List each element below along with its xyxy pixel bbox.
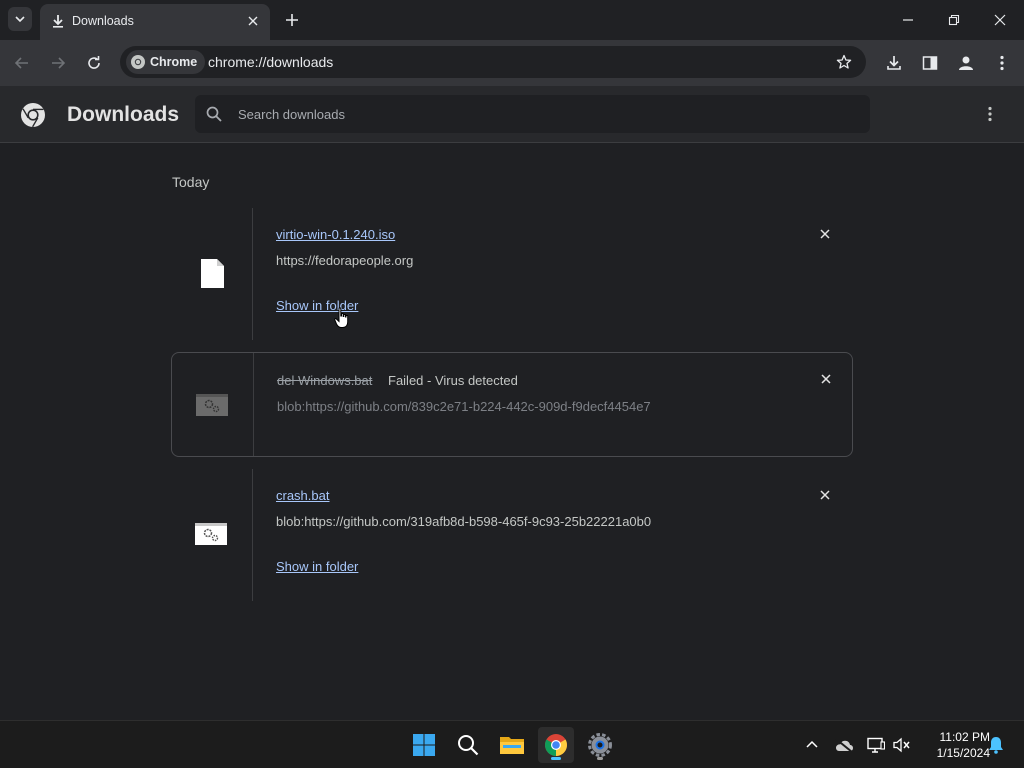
notifications-button[interactable] xyxy=(986,735,1006,755)
download-filename-link[interactable]: crash.bat xyxy=(276,488,329,503)
volume-tray-button[interactable] xyxy=(892,735,912,755)
clock-time: 11:02 PM xyxy=(939,730,990,744)
download-source-url[interactable]: blob:https://github.com/839c2e71-b224-44… xyxy=(277,399,651,414)
more-vert-icon xyxy=(988,106,992,122)
reload-icon xyxy=(88,56,100,69)
bell-icon xyxy=(989,737,1003,754)
url-text[interactable]: chrome://downloads xyxy=(208,54,333,70)
download-icon xyxy=(53,15,63,28)
chip-label: Chrome xyxy=(150,55,198,69)
bookmark-button[interactable] xyxy=(834,52,854,72)
back-button[interactable] xyxy=(10,51,34,75)
download-item: virtio-win-0.1.240.iso https://fedorapeo… xyxy=(171,208,853,340)
file-icon-column xyxy=(172,353,254,456)
reload-button[interactable] xyxy=(82,51,106,75)
network-icon xyxy=(867,737,885,753)
remove-download-button[interactable] xyxy=(815,224,835,244)
forward-button[interactable] xyxy=(46,51,70,75)
download-source-url[interactable]: https://fedorapeople.org xyxy=(276,253,413,268)
system-clock[interactable]: 11:02 PM 1/15/2024 xyxy=(918,729,990,761)
search-downloads-box[interactable] xyxy=(195,95,870,133)
close-icon xyxy=(821,374,831,384)
close-icon xyxy=(248,16,258,26)
arrow-right-icon xyxy=(52,57,66,69)
download-item-failed: del Windows.bat Failed - Virus detected … xyxy=(171,352,853,457)
batch-file-gears-icon xyxy=(195,523,227,545)
downloads-more-actions-button[interactable] xyxy=(978,102,1002,126)
document-file-icon xyxy=(201,259,224,288)
arrow-left-icon xyxy=(14,57,28,69)
side-panel-button[interactable] xyxy=(918,51,942,75)
browser-toolbar: Chrome chrome://downloads xyxy=(0,40,1024,86)
hand-cursor-icon xyxy=(334,307,349,328)
downloads-header: Downloads xyxy=(0,86,1024,143)
chrome-logo-icon xyxy=(131,55,145,69)
windows-taskbar: 11:02 PM 1/15/2024 xyxy=(0,720,1024,768)
start-icon xyxy=(413,734,435,756)
chrome-menu-button[interactable] xyxy=(990,51,1014,75)
tab-downloads[interactable]: Downloads xyxy=(40,4,270,40)
more-vert-icon xyxy=(1000,55,1004,71)
chrome-logo-icon xyxy=(21,103,45,128)
plus-icon xyxy=(286,14,298,26)
settings-icon xyxy=(588,733,612,757)
new-tab-button[interactable] xyxy=(282,10,302,30)
search-icon xyxy=(458,735,479,756)
download-status: Failed - Virus detected xyxy=(388,373,518,388)
tab-search-button[interactable] xyxy=(8,7,32,31)
download-filename: del Windows.bat xyxy=(277,373,373,388)
chrome-icon xyxy=(545,734,567,756)
profile-button[interactable] xyxy=(954,51,978,75)
tab-title: Downloads xyxy=(72,14,134,28)
minimize-icon xyxy=(903,19,913,21)
file-explorer-button[interactable] xyxy=(494,727,530,763)
download-source-url[interactable]: blob:https://github.com/319afb8d-b598-46… xyxy=(276,514,651,529)
downloads-toolbar-button[interactable] xyxy=(882,51,906,75)
settings-taskbar-button[interactable] xyxy=(582,727,618,763)
start-button[interactable] xyxy=(406,727,442,763)
date-section-label: Today xyxy=(172,174,210,190)
close-icon xyxy=(820,229,830,239)
address-bar[interactable]: Chrome chrome://downloads xyxy=(120,46,866,78)
file-icon-column xyxy=(171,208,253,340)
volume-muted-icon xyxy=(893,737,910,753)
restore-button[interactable] xyxy=(934,6,974,34)
show-in-folder-link[interactable]: Show in folder xyxy=(276,559,358,574)
close-icon xyxy=(994,14,1006,26)
show-hidden-icons-button[interactable] xyxy=(802,735,822,755)
chrome-taskbar-button[interactable] xyxy=(538,727,574,763)
close-window-button[interactable] xyxy=(980,6,1020,34)
cloud-off-icon xyxy=(835,738,853,753)
page-title: Downloads xyxy=(67,103,180,126)
download-filename-link[interactable]: virtio-win-0.1.240.iso xyxy=(276,227,395,242)
close-icon xyxy=(820,490,830,500)
star-icon xyxy=(836,54,852,69)
minimize-button[interactable] xyxy=(888,6,928,34)
download-icon xyxy=(887,56,901,70)
running-app-indicator xyxy=(597,757,603,760)
profile-icon xyxy=(959,56,973,70)
clock-date: 1/15/2024 xyxy=(936,746,990,760)
download-item: crash.bat blob:https://github.com/319afb… xyxy=(171,469,853,601)
file-icon-column xyxy=(171,469,253,601)
batch-file-gears-icon xyxy=(196,394,228,416)
chevron-down-icon xyxy=(15,16,25,23)
remove-download-button[interactable] xyxy=(815,485,835,505)
tab-close-button[interactable] xyxy=(244,12,262,30)
side-panel-icon xyxy=(922,56,938,70)
file-explorer-icon xyxy=(500,737,524,754)
active-app-indicator xyxy=(551,757,561,760)
restore-icon xyxy=(948,14,960,26)
chevron-up-icon xyxy=(806,740,818,748)
taskbar-search-button[interactable] xyxy=(450,727,486,763)
network-tray-button[interactable] xyxy=(866,735,886,755)
onedrive-tray-button[interactable] xyxy=(834,735,854,755)
search-input[interactable] xyxy=(238,95,838,133)
remove-download-button[interactable] xyxy=(816,369,836,389)
search-icon xyxy=(206,106,222,122)
site-info-chip[interactable]: Chrome xyxy=(126,50,206,74)
tab-strip: Downloads xyxy=(0,0,1024,40)
